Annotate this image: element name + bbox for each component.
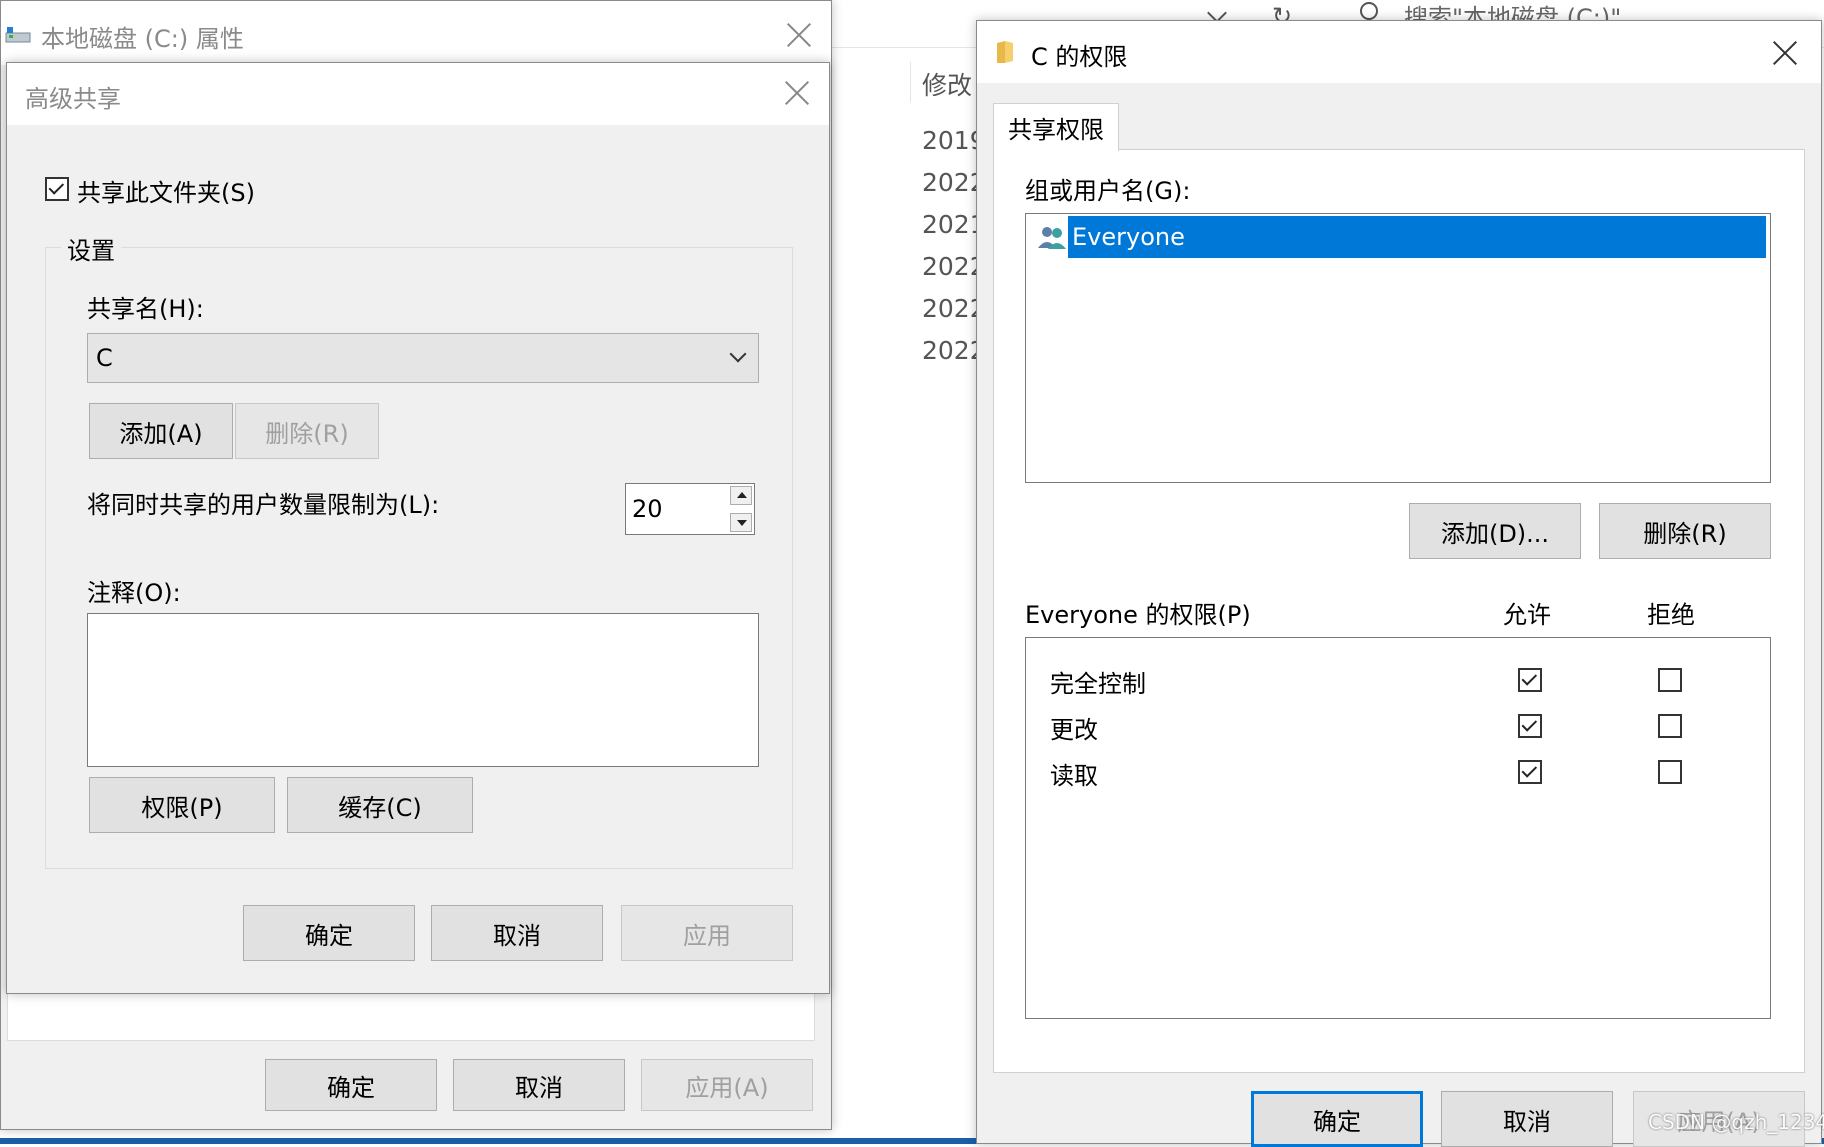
share-name-value: C (96, 344, 113, 372)
drive-icon (5, 23, 31, 45)
properties-titlebar: 本地磁盘 (C:) 属性 (1, 1, 831, 65)
tab-share-permissions[interactable]: 共享权限 (993, 103, 1119, 151)
advanced-sharing-dialog: 高级共享 共享此文件夹(S) 设置 共享名(H): C 添加(A) 删除(R) … (6, 62, 830, 994)
user-limit-value: 20 (632, 495, 663, 523)
ok-button[interactable]: 确定 (265, 1059, 437, 1111)
close-icon[interactable] (781, 17, 817, 53)
share-name-dropdown[interactable]: C (87, 333, 759, 383)
settings-group-label: 设置 (61, 231, 121, 266)
permission-name: 更改 (1050, 716, 1098, 744)
user-limit-spinner[interactable]: 20 (625, 483, 755, 535)
close-icon[interactable] (779, 75, 815, 111)
permission-name: 完全控制 (1050, 670, 1146, 698)
allow-checkbox[interactable] (1518, 714, 1542, 738)
users-icon (1036, 224, 1068, 252)
permissions-dialog: C 的权限 共享权限 组或用户名(G): Everyone 添加(D)... 删… (976, 20, 1822, 1147)
search-icon (1360, 2, 1378, 20)
deny-checkbox[interactable] (1658, 668, 1682, 692)
deny-checkbox[interactable] (1658, 714, 1682, 738)
share-folder-checkbox[interactable] (45, 177, 69, 201)
permission-name: 读取 (1050, 762, 1098, 790)
ok-button[interactable]: 确定 (1251, 1091, 1423, 1147)
chevron-down-icon (729, 345, 747, 363)
share-name-label: 共享名(H): (87, 295, 204, 323)
permissions-header: Everyone 的权限(P) (1025, 601, 1251, 629)
add-button[interactable]: 添加(A) (89, 403, 233, 459)
remove-button[interactable]: 删除(R) (235, 403, 379, 459)
group-user-label: 组或用户名(G): (1025, 177, 1191, 205)
add-user-button[interactable]: 添加(D)... (1409, 503, 1581, 559)
user-limit-label: 将同时共享的用户数量限制为(L): (87, 491, 440, 519)
permissions-titlebar: C 的权限 (977, 21, 1821, 83)
allow-checkbox[interactable] (1518, 668, 1542, 692)
comment-textarea[interactable] (87, 613, 759, 767)
properties-title: 本地磁盘 (C:) 属性 (41, 25, 244, 53)
column-divider (910, 62, 911, 102)
apply-button[interactable]: 应用(A) (641, 1059, 813, 1111)
permissions-title: C 的权限 (1031, 43, 1128, 71)
advanced-sharing-titlebar: 高级共享 (7, 63, 829, 125)
user-list-item[interactable]: Everyone (1068, 216, 1766, 258)
deny-header: 拒绝 (1647, 601, 1695, 629)
cancel-button[interactable]: 取消 (431, 905, 603, 961)
folder-icon (995, 39, 1015, 65)
cancel-button[interactable]: 取消 (453, 1059, 625, 1111)
share-folder-label[interactable]: 共享此文件夹(S) (77, 173, 255, 208)
allow-checkbox[interactable] (1518, 760, 1542, 784)
user-list[interactable]: Everyone (1025, 213, 1771, 483)
allow-header: 允许 (1503, 601, 1551, 629)
deny-checkbox[interactable] (1658, 760, 1682, 784)
cancel-button[interactable]: 取消 (1441, 1091, 1613, 1147)
permissions-list: 完全控制 更改 读取 (1025, 637, 1771, 1019)
close-icon[interactable] (1767, 35, 1803, 71)
apply-button[interactable]: 应用 (621, 905, 793, 961)
remove-user-button[interactable]: 删除(R) (1599, 503, 1771, 559)
advanced-sharing-title: 高级共享 (25, 85, 121, 113)
comment-label: 注释(O): (87, 579, 181, 607)
spinner-buttons (730, 486, 752, 532)
increment-icon[interactable] (730, 486, 752, 505)
ok-button[interactable]: 确定 (243, 905, 415, 961)
decrement-icon[interactable] (730, 513, 752, 532)
watermark: CSDN @qzh_1234 (1648, 1110, 1824, 1134)
permissions-button[interactable]: 权限(P) (89, 777, 275, 833)
caching-button[interactable]: 缓存(C) (287, 777, 473, 833)
